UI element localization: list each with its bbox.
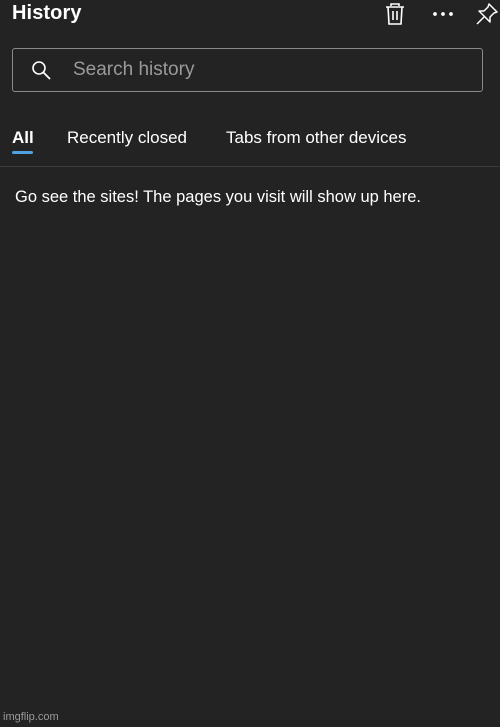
search-box[interactable] xyxy=(12,48,483,92)
history-header: History xyxy=(0,0,500,30)
page-title: History xyxy=(12,2,82,24)
more-icon xyxy=(433,12,453,16)
pin-icon xyxy=(476,3,498,25)
tab-recently-closed[interactable]: Recently closed xyxy=(67,128,187,148)
tabs-divider xyxy=(0,166,500,167)
tab-other-devices[interactable]: Tabs from other devices xyxy=(226,128,406,148)
search-icon xyxy=(32,61,51,80)
active-tab-indicator xyxy=(12,151,33,154)
search-input[interactable] xyxy=(73,49,468,90)
watermark: imgflip.com xyxy=(3,711,59,723)
history-tabs: All Recently closed Tabs from other devi… xyxy=(0,128,500,158)
delete-history-button[interactable] xyxy=(382,0,408,28)
tab-all[interactable]: All xyxy=(12,128,34,148)
trash-icon xyxy=(386,3,404,25)
more-options-button[interactable] xyxy=(428,0,458,28)
pin-button[interactable] xyxy=(474,0,500,28)
empty-state-message: Go see the sites! The pages you visit wi… xyxy=(15,188,421,206)
